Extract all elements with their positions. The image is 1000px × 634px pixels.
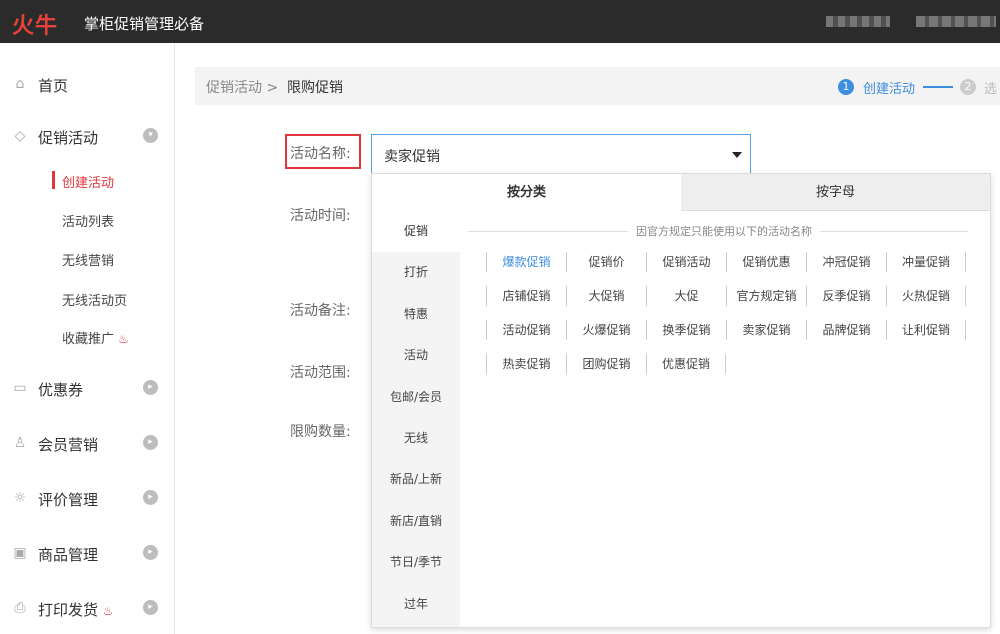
category-item[interactable]: 过年: [372, 584, 460, 625]
option-item[interactable]: 火热促销: [886, 286, 966, 306]
activity-scope-label: 活动范围:: [290, 365, 351, 381]
breadcrumb-parent[interactable]: 促销活动 >: [206, 77, 278, 97]
notice: 因官方规定只能使用以下的活动名称: [468, 223, 968, 239]
option-item[interactable]: 爆款促销: [486, 252, 566, 272]
chevron-right-icon[interactable]: ▸: [143, 545, 158, 560]
sidebar-item-label: 优惠券: [38, 381, 84, 399]
sidebar-item-home[interactable]: ⌂ 首页: [0, 65, 175, 105]
sidebar-subitem-label: 收藏推广: [62, 332, 115, 347]
sidebar-subitem-create[interactable]: 创建活动: [62, 172, 114, 191]
option-item[interactable]: 让利促销: [886, 320, 966, 340]
option-item[interactable]: 活动促销: [486, 320, 566, 340]
step-connector: [923, 86, 953, 88]
box-icon: ▣: [13, 545, 27, 561]
chevron-right-icon[interactable]: ▸: [143, 600, 158, 615]
step-2-label: 选: [984, 82, 998, 97]
activity-time-label: 活动时间:: [290, 208, 351, 224]
sidebar-item-label: 商品管理: [38, 546, 99, 564]
category-item[interactable]: 打折: [372, 252, 460, 293]
option-item[interactable]: 促销活动: [646, 252, 726, 272]
option-item[interactable]: 优惠促销: [646, 354, 726, 374]
limit-quantity-label: 限购数量:: [290, 424, 351, 440]
option-item[interactable]: 换季促销: [646, 320, 726, 340]
category-item[interactable]: 包邮/会员: [372, 377, 460, 418]
option-item[interactable]: 冲量促销: [886, 252, 966, 272]
sidebar-item-promo[interactable]: ◇ 促销活动 ▾: [0, 117, 175, 157]
sidebar-subitem-wireless[interactable]: 无线营销: [62, 250, 114, 269]
sidebar-item-label: 首页: [38, 77, 69, 95]
category-item[interactable]: 新品/上新: [372, 459, 460, 500]
active-indicator: [52, 171, 55, 189]
option-item[interactable]: 店铺促销: [486, 286, 566, 306]
tab-by-letter[interactable]: 按字母: [681, 174, 990, 211]
sidebar-item-member[interactable]: ♙ 会员营销 ▸: [0, 424, 175, 464]
option-item[interactable]: 品牌促销: [806, 320, 886, 340]
sidebar-subitem-favorite-promo[interactable]: 收藏推广 ♨: [62, 328, 129, 347]
tag-icon: ◇: [14, 128, 26, 144]
sidebar-item-label: 会员营销: [38, 436, 99, 454]
user-info-redacted: [826, 16, 890, 27]
activity-name-dropdown: 按分类 按字母 促销 打折 特惠 活动 包邮/会员 无线 新品/上新 新店/直销…: [371, 173, 991, 628]
sidebar-item-review[interactable]: ☼ 评价管理 ▸: [0, 479, 175, 519]
sidebar-item-goods[interactable]: ▣ 商品管理 ▸: [0, 534, 175, 574]
sidebar-item-coupon[interactable]: ▭ 优惠券 ▸: [0, 369, 175, 409]
sidebar-item-label: 打印发货 ♨: [38, 599, 114, 620]
category-item[interactable]: 无线: [372, 418, 460, 459]
activity-name-label: 活动名称:: [290, 146, 351, 162]
notice-text: 因官方规定只能使用以下的活动名称: [636, 225, 812, 238]
top-bar: 火牛 掌柜促销管理必备: [0, 0, 1000, 43]
sidebar-subitem-list[interactable]: 活动列表: [62, 211, 114, 230]
app-logo[interactable]: 火牛: [12, 8, 58, 40]
sidebar-item-print[interactable]: ⎙ 打印发货 ♨ ▸: [0, 589, 175, 629]
option-item[interactable]: 促销优惠: [726, 252, 806, 272]
step-2-number: 2: [960, 79, 976, 95]
category-item[interactable]: 节日/季节: [372, 542, 460, 583]
divider: [468, 231, 628, 232]
step-1-label: 创建活动: [863, 82, 916, 97]
chevron-right-icon[interactable]: ▸: [143, 435, 158, 450]
dropdown-tabs: 按分类 按字母: [372, 174, 990, 211]
app-title: 掌柜促销管理必备: [84, 15, 205, 33]
bulb-icon: ☼: [13, 490, 27, 506]
option-item[interactable]: 冲冠促销: [806, 252, 886, 272]
chevron-right-icon[interactable]: ▸: [143, 490, 158, 505]
sidebar-item-label: 评价管理: [38, 491, 99, 509]
option-item[interactable]: 大促: [646, 286, 726, 306]
activity-name-value: 卖家促销: [384, 149, 440, 165]
sidebar: ⌂ 首页 ◇ 促销活动 ▾ 创建活动 活动列表 无线营销 无线活动页 收藏推广 …: [0, 43, 175, 634]
chevron-down-icon[interactable]: ▾: [143, 128, 158, 143]
option-item[interactable]: 反季促销: [806, 286, 886, 306]
sidebar-item-text: 打印发货: [38, 601, 99, 619]
category-item[interactable]: 活动: [372, 335, 460, 376]
breadcrumb-current: 限购促销: [287, 80, 343, 96]
category-item[interactable]: 促销: [372, 211, 460, 252]
user-icon: ♙: [13, 435, 27, 451]
option-item[interactable]: 促销价: [566, 252, 646, 272]
sidebar-subitem-wireless-page[interactable]: 无线活动页: [62, 290, 127, 309]
account-info-redacted: [916, 16, 996, 27]
option-item[interactable]: 大促销: [566, 286, 646, 306]
option-item[interactable]: 团购促销: [566, 354, 646, 374]
sidebar-item-label: 促销活动: [38, 129, 99, 147]
card-icon: ▭: [13, 380, 27, 396]
divider: [820, 231, 968, 232]
option-item[interactable]: 火爆促销: [566, 320, 646, 340]
home-icon: ⌂: [15, 76, 25, 92]
fire-icon: ♨: [118, 332, 129, 346]
fire-icon: ♨: [102, 604, 114, 618]
activity-remark-label: 活动备注:: [290, 303, 351, 319]
tab-by-category[interactable]: 按分类: [372, 174, 681, 211]
option-item[interactable]: 官方规定销: [726, 286, 806, 306]
step-1-number: 1: [838, 79, 854, 95]
option-item[interactable]: 热卖促销: [486, 354, 566, 374]
category-item[interactable]: 新店/直销: [372, 501, 460, 542]
category-item[interactable]: 特惠: [372, 294, 460, 335]
option-item[interactable]: 卖家促销: [726, 320, 806, 340]
category-list: 促销 打折 特惠 活动 包邮/会员 无线 新品/上新 新店/直销 节日/季节 过…: [372, 211, 460, 627]
caret-down-icon: [732, 152, 742, 158]
printer-icon: ⎙: [14, 600, 26, 616]
activity-name-select[interactable]: 卖家促销: [371, 134, 751, 174]
chevron-right-icon[interactable]: ▸: [143, 380, 158, 395]
